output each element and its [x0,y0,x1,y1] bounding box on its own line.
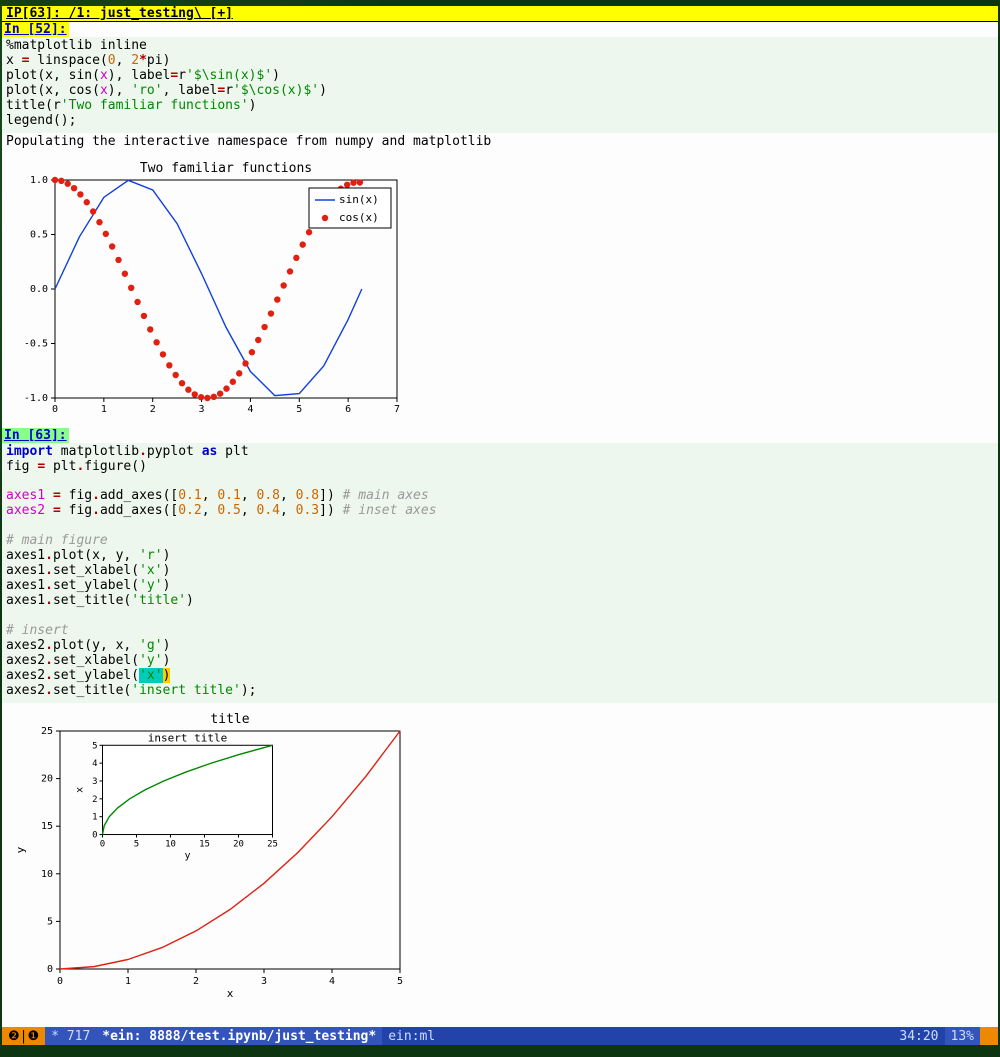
svg-text:5: 5 [92,741,97,751]
chart-two-familiar-functions: Two familiar functions 0 1 2 3 4 5 6 7 -1.0 -0.5 0.… [10,158,405,418]
svg-text:0.0: 0.0 [30,284,48,295]
svg-text:7: 7 [394,404,400,415]
svg-text:y: y [184,850,190,861]
svg-text:3: 3 [261,976,267,987]
svg-text:5: 5 [296,404,302,415]
svg-text:1.0: 1.0 [30,175,48,186]
cell-1-chart: Two familiar functions 0 1 2 3 4 5 6 7 -1.0 -0.5 0.… [2,152,998,428]
svg-text:25: 25 [267,839,278,849]
svg-text:0: 0 [92,830,97,840]
svg-text:0: 0 [52,404,58,415]
svg-text:20: 20 [233,839,244,849]
svg-text:5: 5 [397,976,403,987]
status-percent: 13% [945,1027,980,1045]
svg-text:0.5: 0.5 [30,229,48,240]
mode-line: ❷|❶ * 717 *ein: 8888/test.ipynb/just_tes… [2,1027,998,1045]
chart-title-with-inset: title0123450510152025xyinsert title05101… [10,709,410,999]
svg-text:10: 10 [165,839,176,849]
svg-text:25: 25 [41,726,53,737]
svg-text:3: 3 [199,404,205,415]
svg-text:4: 4 [92,759,97,769]
svg-text:15: 15 [199,839,210,849]
status-line-num: * 717 [45,1027,96,1045]
svg-text:0: 0 [57,976,63,987]
svg-text:0: 0 [47,964,53,975]
svg-text:10: 10 [41,868,53,879]
cell-1: In [52]: %matplotlib inline x = linspace… [2,22,998,428]
svg-text:6: 6 [345,404,351,415]
svg-text:-0.5: -0.5 [24,338,48,349]
status-mode: ein:ml [382,1027,441,1045]
svg-text:4: 4 [247,404,253,415]
svg-text:5: 5 [134,839,139,849]
svg-text:5: 5 [47,916,53,927]
svg-text:4: 4 [329,976,335,987]
svg-text:-1.0: -1.0 [24,393,48,404]
cell-2-code[interactable]: import matplotlib.pyplot as plt fig = pl… [2,443,998,703]
cell-1-code[interactable]: %matplotlib inline x = linspace(0, 2*pi)… [2,37,998,133]
svg-text:2: 2 [150,404,156,415]
cell-1-prompt: In [52]: [2,22,69,37]
status-buffer-name: *ein: 8888/test.ipynb/just_testing* [96,1027,382,1045]
svg-text:x: x [227,987,234,999]
svg-text:1: 1 [101,404,107,415]
cell-1-output: Populating the interactive namespace fro… [2,133,998,152]
svg-text:sin(x): sin(x) [339,193,379,206]
svg-text:2: 2 [92,794,97,804]
emacs-window: IP[63]: /1: just_testing\ [+] In [52]: %… [2,6,998,1027]
svg-text:y: y [14,846,27,853]
cell-2-prompt: In [63]: [2,428,69,443]
svg-text:x: x [75,786,86,792]
status-workspace: ❷|❶ [2,1027,45,1045]
svg-text:3: 3 [92,776,97,786]
cell-2-chart: title0123450510152025xyinsert title05101… [2,703,998,1009]
svg-text:1: 1 [125,976,131,987]
svg-text:2: 2 [193,976,199,987]
buffer-content[interactable]: In [52]: %matplotlib inline x = linspace… [2,22,998,1027]
status-end-icon [980,1027,998,1045]
svg-text:1: 1 [92,812,97,822]
svg-text:insert title: insert title [148,731,227,744]
svg-text:0: 0 [100,839,105,849]
svg-text:cos(x): cos(x) [339,211,379,224]
svg-text:title: title [210,712,249,727]
status-cursor-pos: 34:20 [893,1027,944,1045]
cell-2: In [63]: import matplotlib.pyplot as plt… [2,428,998,1009]
svg-text:15: 15 [41,821,53,832]
window-title: IP[63]: /1: just_testing\ [+] [2,6,998,22]
svg-text:Two familiar functions: Two familiar functions [140,161,312,176]
svg-text:20: 20 [41,773,53,784]
